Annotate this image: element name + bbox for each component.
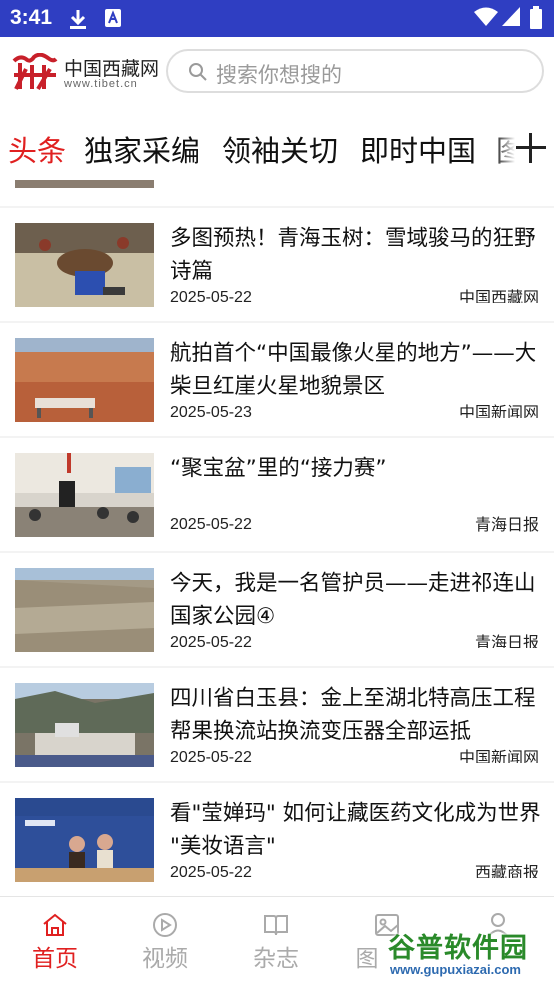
download-icon [70,10,86,29]
logo-text-en: www.tibet.cn [64,78,138,90]
nav-video-label: 视频 [142,946,188,972]
home-icon [43,913,67,936]
news-thumbnail [15,180,154,188]
site-logo[interactable]: 中国西藏网 www.tibet.cn [12,53,162,93]
watermark-url: www.gupuxiazai.com [390,962,521,977]
news-title: 四川省白玉县：金上至湖北特高压工程帮果换流站换流变压器全部运抵 [170,686,536,744]
tibet-logo-mark-icon [12,53,58,91]
logo-text-cn: 中国西藏网 [64,58,160,80]
tab-leaders[interactable]: 领袖关切 [222,128,338,170]
news-item[interactable]: 今天，我是一名管护员——走进祁连山国家公园④ 2025-05-22 青海日报 [0,553,554,666]
nav-home-label: 首页 [32,946,78,972]
battery-icon [530,6,542,29]
news-date: 2025-05-22 [170,864,252,878]
hillside-herd-photo [15,568,154,652]
tab-headlines[interactable]: 头条 [8,128,66,170]
news-date: 2025-05-23 [170,404,252,418]
nav-home[interactable]: 首页 [0,897,110,985]
status-bar: 3:41 [0,0,554,37]
category-tabs: 头条 独家采编 领袖关切 即时中国 图 [0,115,554,180]
classroom-photo [15,453,154,537]
mars-landscape-photo [15,338,154,422]
news-item[interactable]: 多图预热！青海玉树：雪域骏马的狂野诗篇 2025-05-22 中国西藏网 [0,208,554,321]
site-watermark: 谷普软件园 www.gupuxiazai.com [386,922,554,984]
news-source: 中国新闻网 [458,403,539,418]
news-source: 中国新闻网 [458,748,539,763]
news-date: 2025-05-22 [170,289,252,303]
watermark-name: 谷普软件园 [388,933,528,964]
wifi-icon [474,7,498,26]
horse-race-photo [15,223,154,307]
list-item-partial[interactable] [0,180,554,206]
tab-exclusive[interactable]: 独家采编 [84,128,200,170]
news-title: 今天，我是一名管护员——走进祁连山国家公园④ [170,571,536,629]
signal-icon [502,7,520,26]
search-icon [189,63,207,81]
app-header: 中国西藏网 www.tibet.cn 搜索你想搜的 [0,37,554,105]
search-placeholder: 搜索你想搜的 [216,63,342,87]
play-icon [153,913,177,937]
news-item[interactable]: 航拍首个“中国最像火星的地方”——大柴旦红崖火星地貌景区 2025-05-23 … [0,323,554,436]
news-list[interactable]: 多图预热！青海玉树：雪域骏马的狂野诗篇 2025-05-22 中国西藏网 航拍首… [0,180,554,896]
tab-instant-china[interactable]: 即时中国 [360,128,476,170]
converter-station-photo [15,683,154,767]
news-date: 2025-05-22 [170,634,252,648]
news-item[interactable]: “聚宝盆”里的“接力赛” 2025-05-22 青海日报 [0,438,554,551]
add-channel-icon[interactable] [516,133,546,163]
news-item[interactable]: 四川省白玉县：金上至湖北特高压工程帮果换流站换流变压器全部运抵 2025-05-… [0,668,554,781]
book-icon [264,915,288,936]
news-source: 西藏商报 [474,863,539,878]
news-item[interactable]: 看"莹婵玛" 如何让藏医药文化成为世界 "美妆语言" 2025-05-22 西藏… [0,783,554,896]
news-source: 青海日报 [474,633,539,648]
search-input[interactable]: 搜索你想搜的 [166,49,544,93]
news-date: 2025-05-22 [170,516,252,533]
news-source: 中国西藏网 [458,288,539,303]
news-date: 2025-05-22 [170,749,252,763]
news-title: “聚宝盆”里的“接力赛” [170,456,387,481]
exhibition-photo [15,798,154,882]
news-title: 看"莹婵玛" 如何让藏医药文化成为世界 "美妆语言" [170,801,541,859]
news-title: 航拍首个“中国最像火星的地方”——大柴旦红崖火星地貌景区 [170,341,537,399]
news-title: 多图预热！青海玉树：雪域骏马的狂野诗篇 [170,226,536,284]
status-time: 3:41 [10,6,53,29]
font-app-icon [105,9,121,27]
news-source: 青海日报 [474,515,539,534]
nav-video[interactable]: 视频 [110,897,220,985]
